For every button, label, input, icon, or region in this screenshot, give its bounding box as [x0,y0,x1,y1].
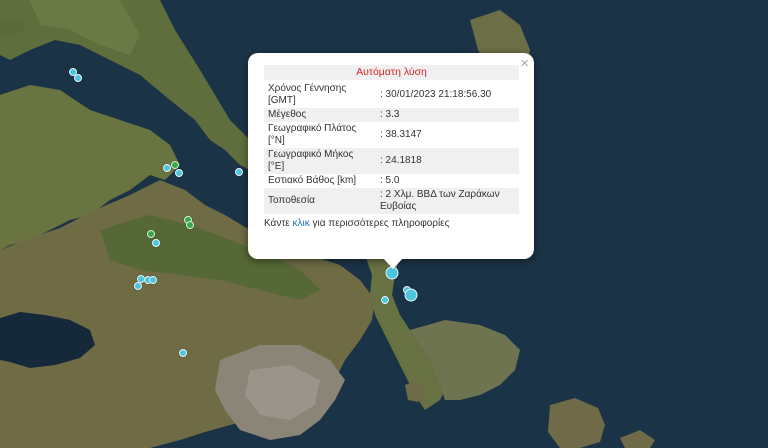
info-value: : 5.0 [380,175,400,186]
info-label: Χρόνος Γέννησης [GMT] [268,83,347,106]
satellite-map[interactable]: × Αυτόματη λύση Χρόνος Γέννησης [GMT] : … [0,0,768,448]
earthquake-marker[interactable] [149,276,157,284]
info-label: Εστιακό Βάθος [km] [268,175,357,186]
info-row-origin-time: Χρόνος Γέννησης [GMT] : 30/01/2023 21:18… [264,82,519,108]
earthquake-marker[interactable] [163,164,171,172]
more-info-link[interactable]: κλικ [293,218,310,229]
earthquake-marker[interactable] [179,349,187,357]
info-row-latitude: Γεωγραφικό Πλάτος [°N] : 38.3147 [264,122,519,148]
earthquake-info-popup: × Αυτόματη λύση Χρόνος Γέννησης [GMT] : … [248,53,534,259]
earthquake-marker[interactable] [134,282,142,290]
popup-footer: Κάντε κλικ για περισσότερες πληροφορίες [264,218,519,229]
earthquake-info-table: Χρόνος Γέννησης [GMT] : 30/01/2023 21:18… [264,82,519,214]
earthquake-marker[interactable] [235,168,243,176]
info-value: : 2 Χλμ. ΒΒΔ των Ζαράκων Ευβοίας [376,188,519,214]
info-row-longitude: Γεωγραφικό Μήκος [°E] : 24.1818 [264,148,519,174]
info-label: Μέγεθος [264,108,376,122]
earthquake-marker[interactable] [74,74,82,82]
info-value: : 3.3 [376,108,519,122]
earthquake-marker[interactable] [175,169,183,177]
popup-title: Αυτόματη λύση [264,65,519,80]
info-value: : 24.1818 [376,148,519,174]
info-value: : 38.3147 [380,129,422,140]
earthquake-marker[interactable] [404,288,418,302]
earthquake-marker[interactable] [171,161,179,169]
earthquake-marker[interactable] [186,221,194,229]
footer-suffix: για περισσότερες πληροφορίες [309,218,450,229]
info-value: : 30/01/2023 21:18:56.30 [380,89,492,100]
info-row-location: Τοποθεσία : 2 Χλμ. ΒΒΔ των Ζαράκων Ευβοί… [264,188,519,214]
info-label: Τοποθεσία [264,188,376,214]
popup-pointer [383,258,403,269]
earthquake-marker[interactable] [381,296,389,304]
footer-prefix: Κάντε [264,218,293,229]
close-icon[interactable]: × [520,56,529,71]
earthquake-marker[interactable] [152,239,160,247]
info-label: Γεωγραφικό Μήκος [°E] [264,148,376,174]
info-row-depth: Εστιακό Βάθος [km] : 5.0 [264,174,519,188]
info-label: Γεωγραφικό Πλάτος [°N] [268,123,357,146]
info-row-magnitude: Μέγεθος : 3.3 [264,108,519,122]
earthquake-marker[interactable] [147,230,155,238]
